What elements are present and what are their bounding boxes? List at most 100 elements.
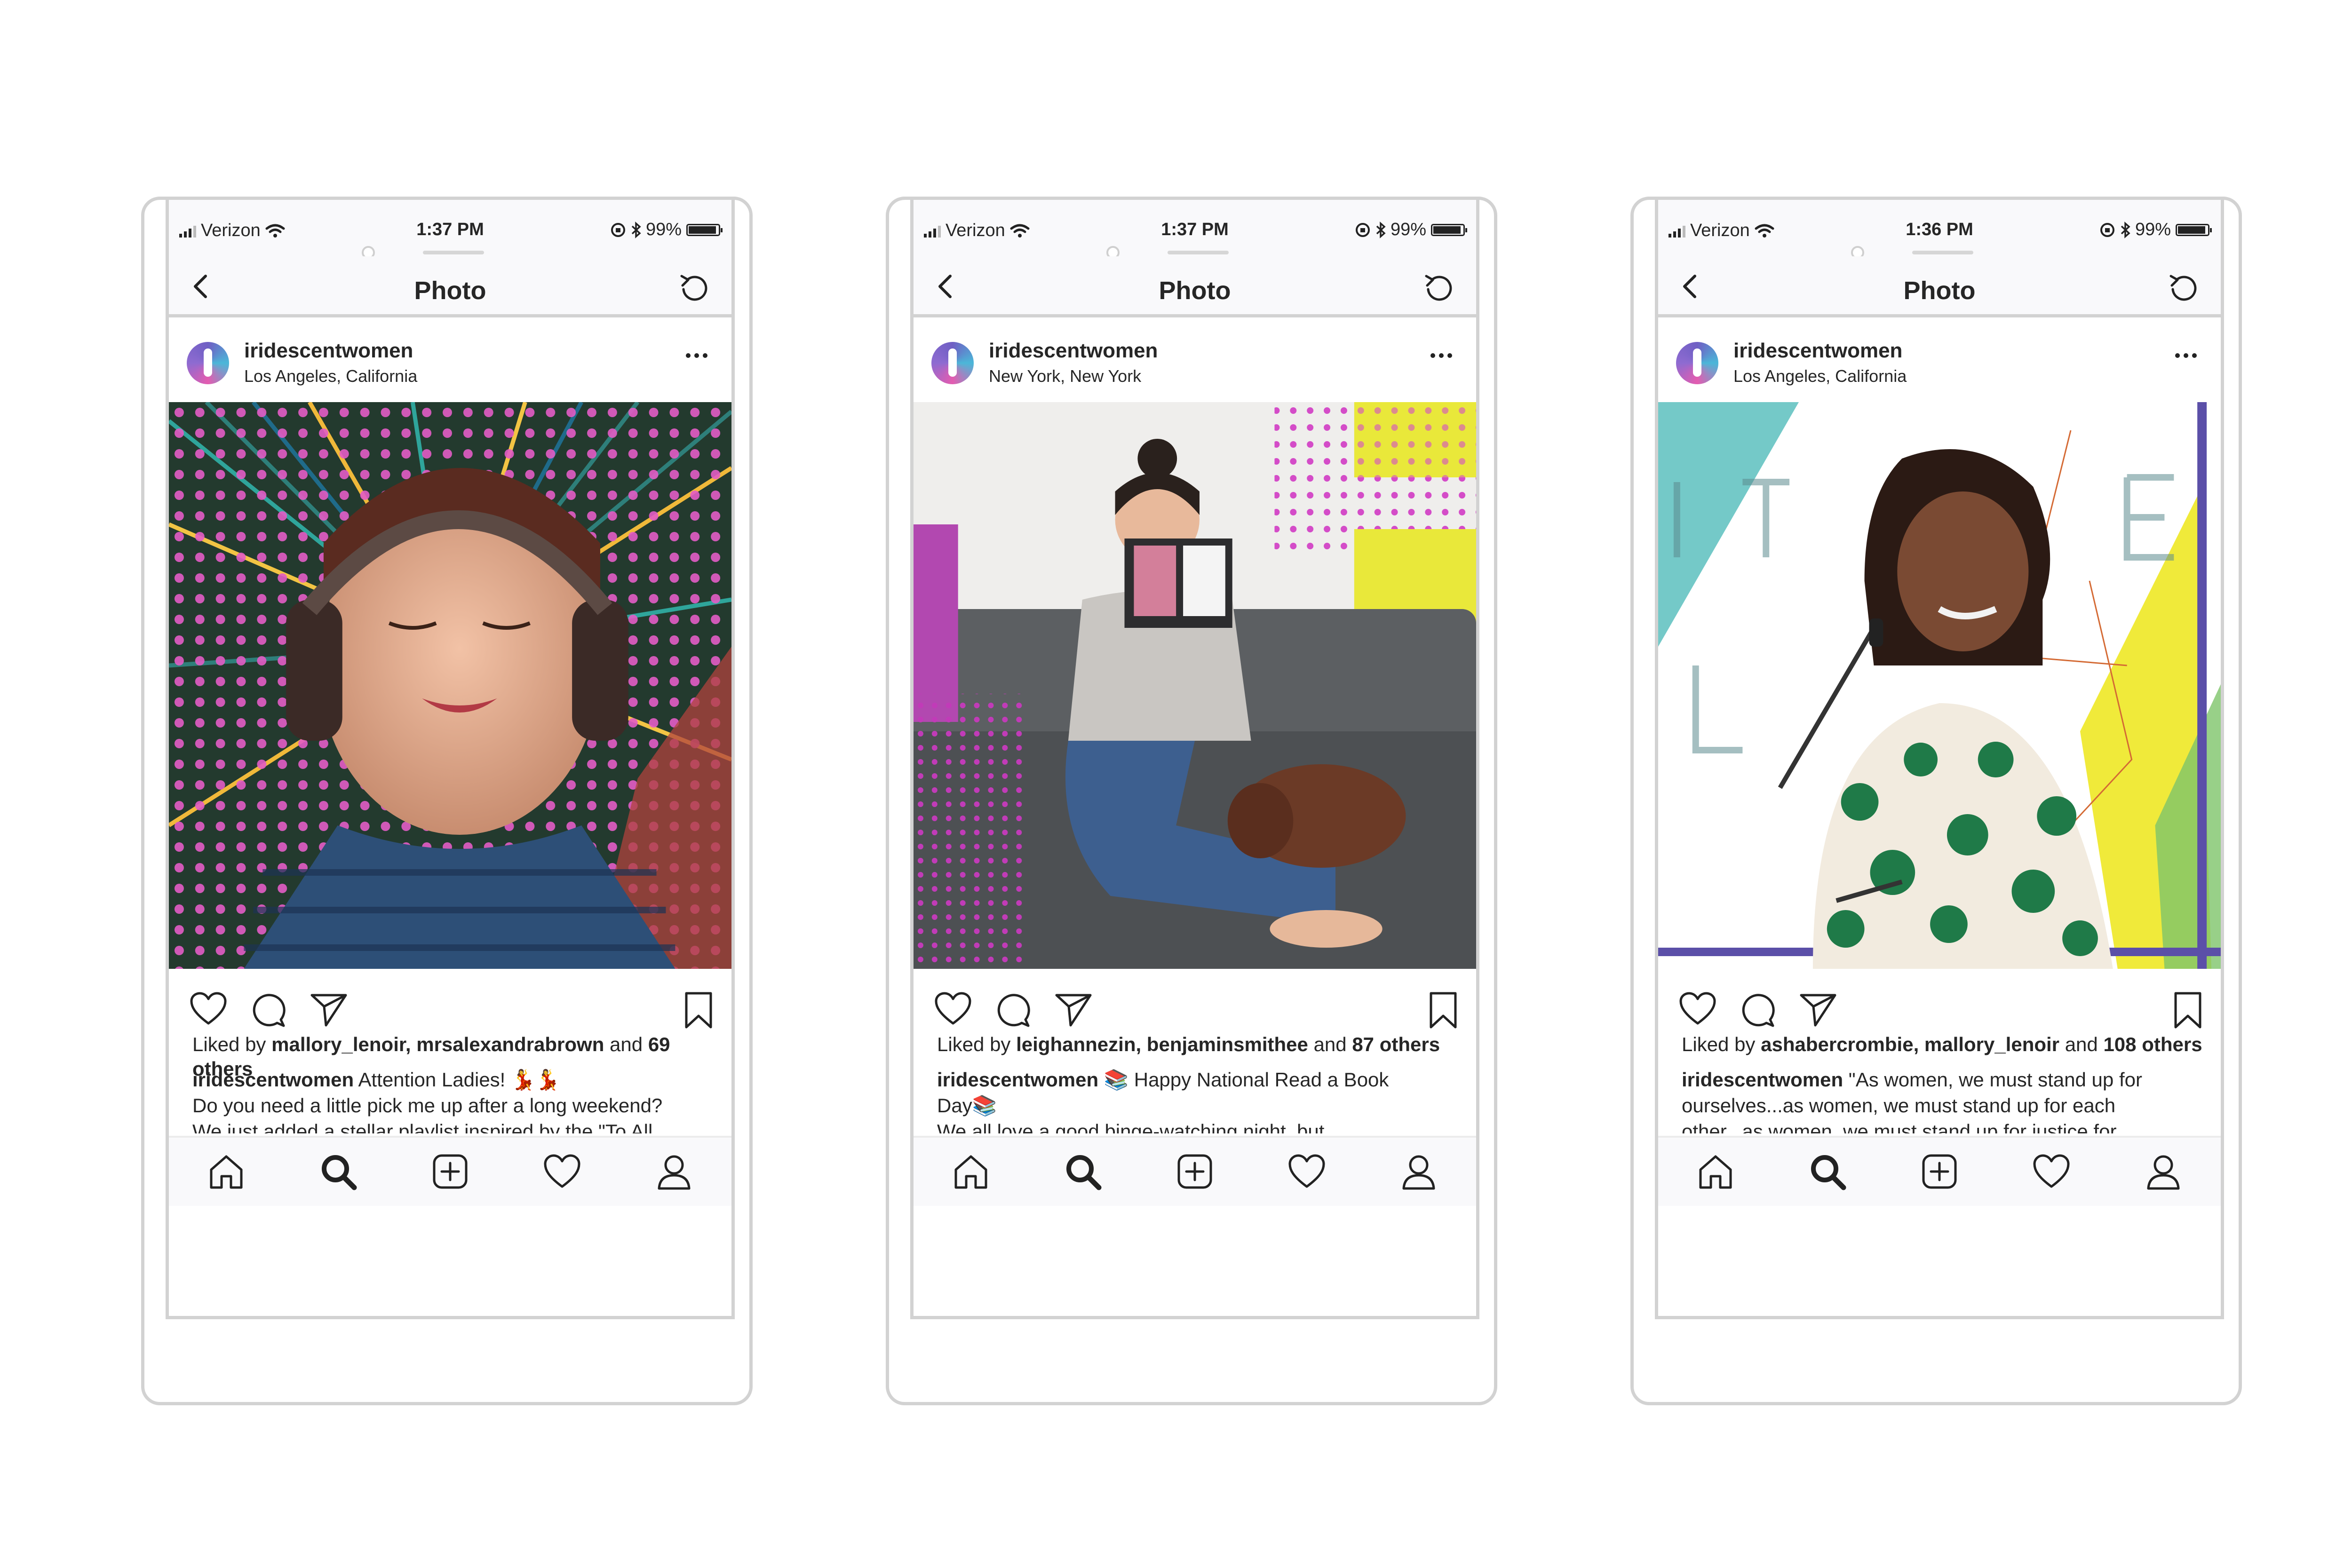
bookmark-icon[interactable] xyxy=(2173,991,2203,1029)
activity-heart-icon[interactable] xyxy=(2032,1152,2071,1191)
post-username[interactable]: iridescentwomen xyxy=(244,339,413,363)
caption-username[interactable]: iridescentwomen xyxy=(192,1069,354,1091)
post-actions xyxy=(1658,978,2221,1035)
nav-bar: Photo xyxy=(914,256,1476,317)
orientation-lock-icon xyxy=(2100,222,2114,237)
likes-mid: and xyxy=(1308,1033,1352,1055)
heart-icon[interactable] xyxy=(190,991,227,1026)
avatar[interactable] xyxy=(1676,342,1718,384)
caption-line-2: ourselves...as women, we must stand up f… xyxy=(1682,1094,2116,1117)
likes-prefix: Liked by xyxy=(192,1033,272,1055)
search-icon[interactable] xyxy=(1063,1152,1103,1191)
post-actions xyxy=(169,978,731,1035)
likes-suffix: others xyxy=(1374,1033,1440,1055)
status-bar: Verizon 1:37 PM 99% xyxy=(169,200,731,256)
speaker-slit xyxy=(423,251,484,254)
status-battery-group: 99% xyxy=(610,220,723,240)
send-icon[interactable] xyxy=(1799,991,1837,1027)
more-icon[interactable] xyxy=(2172,348,2200,363)
likes-text: Liked by ashabercrombie, mallory_lenoir … xyxy=(1682,1032,2209,1057)
add-post-icon[interactable] xyxy=(1920,1152,1959,1191)
post-username[interactable]: iridescentwomen xyxy=(989,339,1158,363)
bluetooth-icon xyxy=(2121,221,2130,238)
activity-heart-icon[interactable] xyxy=(1287,1152,1327,1191)
comment-icon[interactable] xyxy=(1739,991,1776,1028)
post-header: iridescentwomen Los Angeles, California xyxy=(1658,317,2221,402)
add-post-icon[interactable] xyxy=(430,1152,470,1191)
tab-bar xyxy=(1658,1136,2221,1206)
battery-icon xyxy=(2176,223,2212,236)
tab-bar xyxy=(169,1136,731,1206)
activity-heart-icon[interactable] xyxy=(542,1152,582,1191)
home-icon[interactable] xyxy=(207,1152,246,1191)
caption-line-3: other...as women, we must stand up for j… xyxy=(1682,1120,2117,1133)
bookmark-icon[interactable] xyxy=(1428,991,1458,1029)
send-icon[interactable] xyxy=(1055,991,1092,1027)
likes-count[interactable]: 108 xyxy=(2103,1033,2136,1055)
nav-title: Photo xyxy=(1159,277,1231,305)
likes-mid: and xyxy=(2059,1033,2104,1055)
battery-percent: 99% xyxy=(645,220,682,239)
status-battery-group: 99% xyxy=(1355,220,1467,240)
avatar[interactable] xyxy=(187,342,229,384)
profile-icon[interactable] xyxy=(654,1152,694,1191)
profile-icon[interactable] xyxy=(2144,1152,2183,1191)
caption-line-2: Do you need a little pick me up after a … xyxy=(192,1094,663,1117)
comment-icon[interactable] xyxy=(994,991,1031,1028)
avatar[interactable] xyxy=(931,342,974,384)
post-location[interactable]: New York, New York xyxy=(989,366,1141,386)
home-icon[interactable] xyxy=(1696,1152,1735,1191)
profile-icon[interactable] xyxy=(1399,1152,1438,1191)
comment-icon[interactable] xyxy=(250,991,286,1028)
caption-text: Attention Ladies! 💃💃 xyxy=(354,1069,560,1091)
post-photo[interactable] xyxy=(1658,402,2221,969)
post-location[interactable]: Los Angeles, California xyxy=(244,366,417,386)
refresh-icon[interactable] xyxy=(2167,271,2200,304)
caption-text: "As women, we must stand up for xyxy=(1843,1069,2142,1091)
post-username[interactable]: iridescentwomen xyxy=(1733,339,1902,363)
caption-username[interactable]: iridescentwomen xyxy=(1682,1069,1843,1091)
caption-line-3: We just added a stellar playlist inspire… xyxy=(192,1120,653,1133)
battery-percent: 99% xyxy=(1390,220,1426,239)
refresh-icon[interactable] xyxy=(1422,271,1455,304)
post-caption: iridescentwomen 📚 Happy National Read a … xyxy=(937,1067,1464,1133)
more-icon[interactable] xyxy=(683,348,711,363)
home-icon[interactable] xyxy=(951,1152,991,1191)
add-post-icon[interactable] xyxy=(1175,1152,1215,1191)
likes-count[interactable]: 87 xyxy=(1352,1033,1374,1055)
heart-icon[interactable] xyxy=(1679,991,1716,1026)
likes-suffix: others xyxy=(2136,1033,2202,1055)
post-photo[interactable] xyxy=(169,402,731,969)
likes-users[interactable]: ashabercrombie, mallory_lenoir xyxy=(1761,1033,2059,1055)
likes-count[interactable]: 69 xyxy=(648,1033,670,1055)
post-location[interactable]: Los Angeles, California xyxy=(1733,366,1907,386)
refresh-icon[interactable] xyxy=(678,271,711,304)
battery-icon xyxy=(1431,223,1467,236)
more-icon[interactable] xyxy=(1427,348,1455,363)
likes-users[interactable]: mallory_lenoir, mrsalexandrabrown xyxy=(271,1033,604,1055)
phone-screen: Verizon 1:37 PM 99% Photo iridescentwome… xyxy=(166,200,735,1319)
search-icon[interactable] xyxy=(1808,1152,1847,1191)
send-icon[interactable] xyxy=(310,991,348,1027)
nav-bar: Photo xyxy=(1658,256,2221,317)
heart-icon[interactable] xyxy=(934,991,972,1026)
bluetooth-icon xyxy=(631,221,641,238)
orientation-lock-icon xyxy=(1355,222,1370,237)
caption-username[interactable]: iridescentwomen xyxy=(937,1069,1098,1091)
search-icon[interactable] xyxy=(318,1152,358,1191)
caption-line-3: We all love a good binge-watching night,… xyxy=(937,1120,1325,1133)
caption-line-2: Day📚 xyxy=(937,1094,997,1117)
bluetooth-icon xyxy=(1376,221,1386,238)
status-bar: Verizon 1:37 PM 99% xyxy=(914,200,1476,256)
phone-mockup-2: Verizon 1:37 PM 99% Photo iridescentwome… xyxy=(886,197,1497,1405)
post-photo[interactable] xyxy=(914,402,1476,969)
nav-bar: Photo xyxy=(169,256,731,317)
post-header: iridescentwomen Los Angeles, California xyxy=(169,317,731,402)
post-caption: iridescentwomen Attention Ladies! 💃💃 Do y… xyxy=(192,1067,719,1133)
orientation-lock-icon xyxy=(611,222,625,237)
bookmark-icon[interactable] xyxy=(683,991,714,1029)
speaker-slit xyxy=(1912,251,1973,254)
likes-users[interactable]: leighannezin, benjaminsmithee xyxy=(1016,1033,1308,1055)
phone-screen: Verizon 1:36 PM 99% Photo iridescentwome… xyxy=(1655,200,2224,1319)
likes-text: Liked by leighannezin, benjaminsmithee a… xyxy=(937,1032,1464,1057)
